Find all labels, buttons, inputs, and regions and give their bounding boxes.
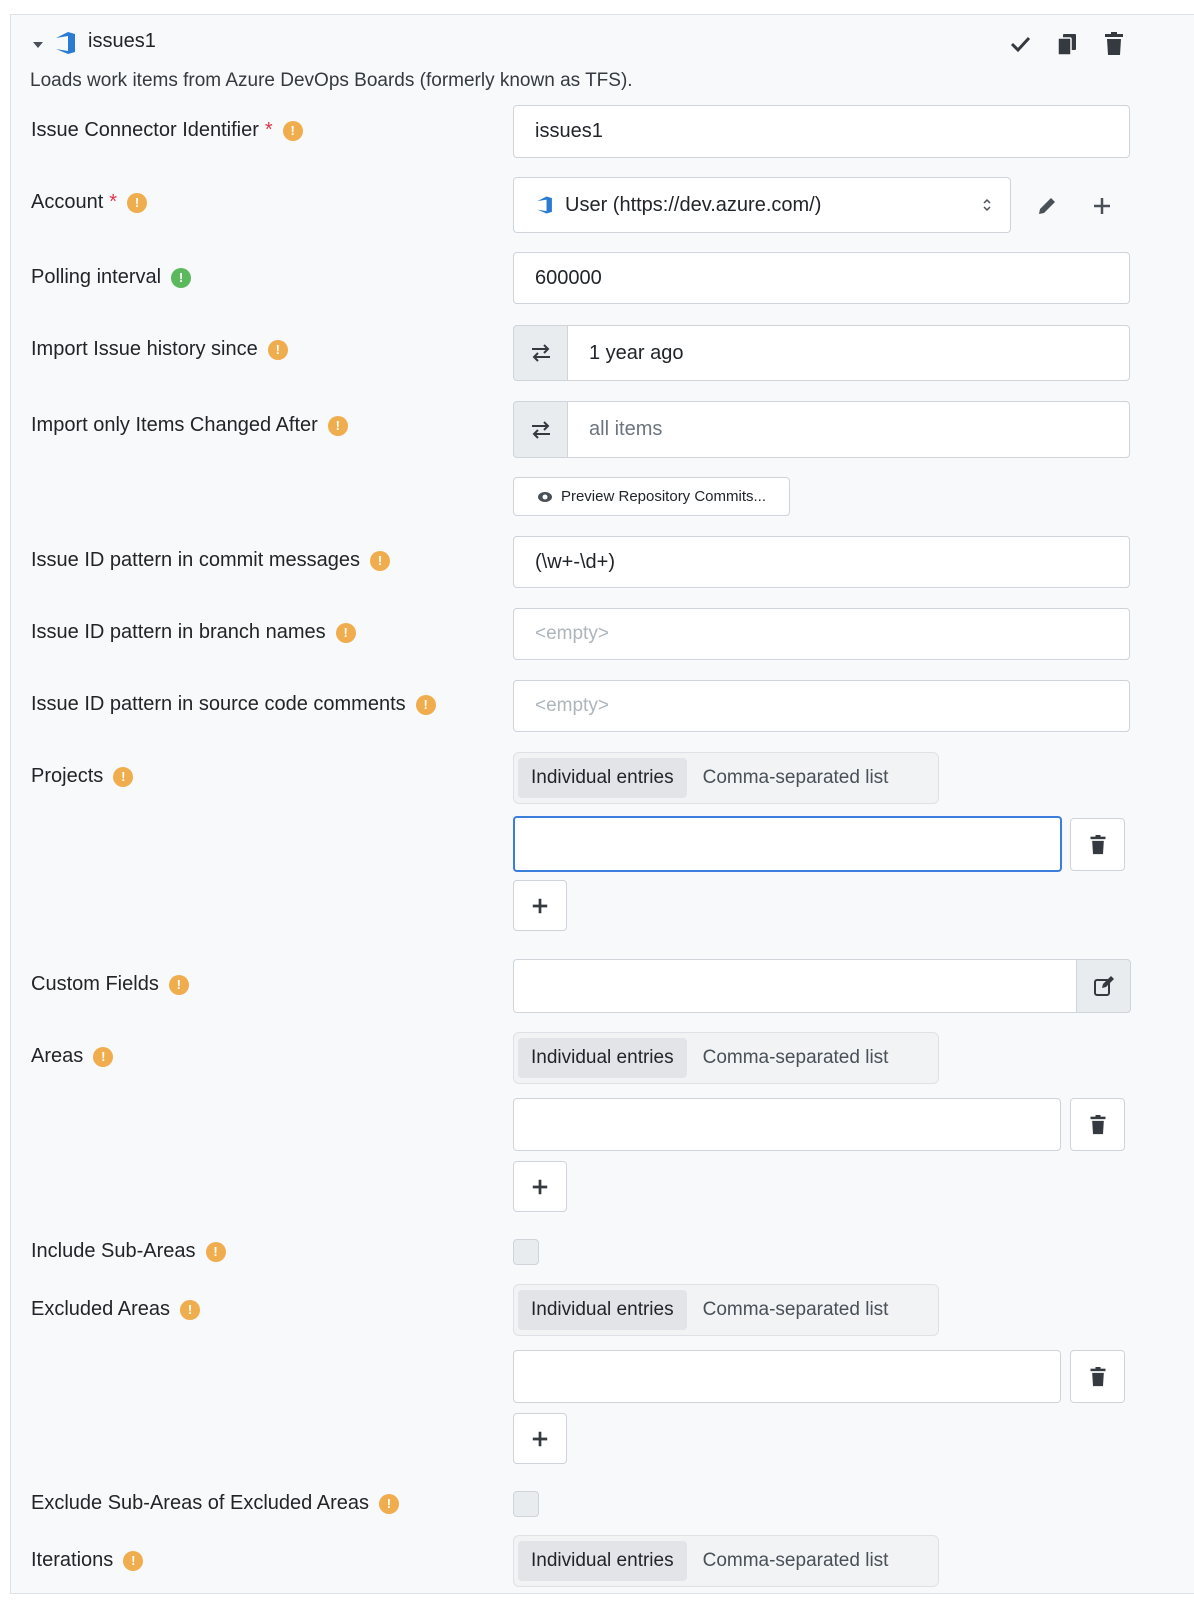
identifier-label: Issue Connector Identifier *! bbox=[31, 119, 303, 142]
plus-icon bbox=[532, 898, 548, 913]
branch-pattern-label: Issue ID pattern in branch names! bbox=[31, 621, 356, 644]
info-icon[interactable]: ! bbox=[168, 974, 189, 995]
trash-icon bbox=[1090, 834, 1105, 854]
excluded-areas-label: Excluded Areas! bbox=[31, 1298, 200, 1321]
copy-icon[interactable] bbox=[1054, 30, 1080, 58]
add-entry-button[interactable] bbox=[513, 1413, 567, 1464]
area-entry-input[interactable] bbox=[513, 1098, 1061, 1151]
project-entry-input[interactable] bbox=[513, 816, 1062, 872]
individual-entries-tab[interactable]: Individual entries bbox=[518, 1038, 687, 1078]
azure-devops-icon bbox=[535, 195, 555, 215]
edit-pencil-icon[interactable] bbox=[1033, 192, 1061, 220]
save-check-icon[interactable] bbox=[1007, 31, 1033, 57]
info-icon[interactable]: ! bbox=[415, 694, 436, 715]
info-icon[interactable]: ! bbox=[282, 120, 303, 141]
azure-devops-icon bbox=[53, 30, 79, 56]
projects-mode-toggle: Individual entries Comma-separated list bbox=[513, 752, 939, 804]
connector-title: issues1 bbox=[88, 30, 156, 52]
plus-icon bbox=[532, 1431, 548, 1446]
edit-custom-fields-button[interactable] bbox=[1076, 959, 1131, 1013]
delete-trash-icon[interactable] bbox=[1101, 30, 1127, 58]
changed-after-input[interactable]: all items bbox=[567, 401, 1130, 458]
areas-label: Areas! bbox=[31, 1045, 114, 1068]
trash-icon bbox=[1090, 1114, 1105, 1134]
polling-label: Polling interval! bbox=[31, 266, 192, 289]
commit-pattern-input[interactable]: (\w+-\d+) bbox=[513, 536, 1130, 588]
history-label: Import Issue history since! bbox=[31, 338, 288, 361]
history-input[interactable]: 1 year ago bbox=[567, 325, 1130, 381]
add-entry-button[interactable] bbox=[513, 1161, 567, 1212]
comma-list-tab[interactable]: Comma-separated list bbox=[687, 767, 905, 789]
comma-list-tab[interactable]: Comma-separated list bbox=[687, 1047, 905, 1069]
excluded-areas-mode-toggle: Individual entries Comma-separated list bbox=[513, 1284, 939, 1336]
plus-icon bbox=[532, 1179, 548, 1194]
info-icon[interactable]: ! bbox=[127, 192, 148, 213]
swap-toggle-button[interactable] bbox=[513, 401, 568, 458]
branch-pattern-input[interactable]: <empty> bbox=[513, 608, 1130, 660]
commit-pattern-label: Issue ID pattern in commit messages! bbox=[31, 549, 391, 572]
connector-description: Loads work items from Azure DevOps Board… bbox=[30, 70, 633, 91]
include-sub-areas-label: Include Sub-Areas! bbox=[31, 1240, 226, 1263]
exclude-sub-areas-label: Exclude Sub-Areas of Excluded Areas! bbox=[31, 1492, 399, 1515]
swap-arrows-icon bbox=[531, 420, 550, 439]
projects-label: Projects! bbox=[31, 765, 134, 788]
remove-entry-button[interactable] bbox=[1070, 818, 1125, 871]
swap-arrows-icon bbox=[531, 344, 550, 362]
polling-input[interactable]: 600000 bbox=[513, 252, 1130, 304]
source-pattern-input[interactable]: <empty> bbox=[513, 680, 1130, 732]
exclude-sub-areas-checkbox[interactable] bbox=[513, 1491, 539, 1517]
excluded-area-entry-input[interactable] bbox=[513, 1350, 1061, 1403]
select-chevron-icon bbox=[982, 196, 992, 220]
changed-after-label: Import only Items Changed After! bbox=[31, 414, 348, 437]
custom-fields-input[interactable] bbox=[513, 959, 1078, 1013]
areas-mode-toggle: Individual entries Comma-separated list bbox=[513, 1032, 939, 1084]
comma-list-tab[interactable]: Comma-separated list bbox=[687, 1550, 905, 1572]
info-icon[interactable]: ! bbox=[93, 1046, 114, 1067]
iterations-mode-toggle: Individual entries Comma-separated list bbox=[513, 1535, 939, 1587]
info-icon[interactable]: ! bbox=[335, 622, 356, 643]
individual-entries-tab[interactable]: Individual entries bbox=[518, 758, 687, 798]
individual-entries-tab[interactable]: Individual entries bbox=[518, 1290, 687, 1330]
connector-panel: issues1 Loads work items from Azure DevO… bbox=[10, 14, 1194, 1594]
collapse-caret-icon[interactable] bbox=[31, 35, 45, 49]
custom-fields-label: Custom Fields! bbox=[31, 973, 189, 996]
info-icon[interactable]: ! bbox=[179, 1299, 200, 1320]
edit-icon bbox=[1093, 976, 1114, 996]
info-icon[interactable]: ! bbox=[171, 267, 192, 288]
info-icon[interactable]: ! bbox=[123, 1550, 144, 1571]
account-select[interactable]: User (https://dev.azure.com/) bbox=[513, 177, 1011, 233]
add-entry-button[interactable] bbox=[513, 880, 567, 931]
info-icon[interactable]: ! bbox=[205, 1241, 226, 1262]
account-label: Account *! bbox=[31, 191, 148, 214]
trash-icon bbox=[1090, 1366, 1105, 1386]
info-icon[interactable]: ! bbox=[378, 1493, 399, 1514]
include-sub-areas-checkbox[interactable] bbox=[513, 1239, 539, 1265]
eye-icon bbox=[537, 491, 552, 502]
info-icon[interactable]: ! bbox=[327, 415, 348, 436]
remove-entry-button[interactable] bbox=[1070, 1350, 1125, 1403]
identifier-input[interactable]: issues1 bbox=[513, 105, 1130, 158]
comma-list-tab[interactable]: Comma-separated list bbox=[687, 1299, 905, 1321]
swap-toggle-button[interactable] bbox=[513, 325, 568, 381]
individual-entries-tab[interactable]: Individual entries bbox=[518, 1541, 687, 1581]
preview-commits-button[interactable]: Preview Repository Commits... bbox=[513, 477, 790, 516]
info-icon[interactable]: ! bbox=[370, 550, 391, 571]
remove-entry-button[interactable] bbox=[1070, 1098, 1125, 1151]
iterations-label: Iterations! bbox=[31, 1549, 144, 1572]
info-icon[interactable]: ! bbox=[267, 339, 288, 360]
source-pattern-label: Issue ID pattern in source code comments… bbox=[31, 693, 436, 716]
add-plus-icon[interactable] bbox=[1088, 192, 1116, 220]
info-icon[interactable]: ! bbox=[113, 766, 134, 787]
